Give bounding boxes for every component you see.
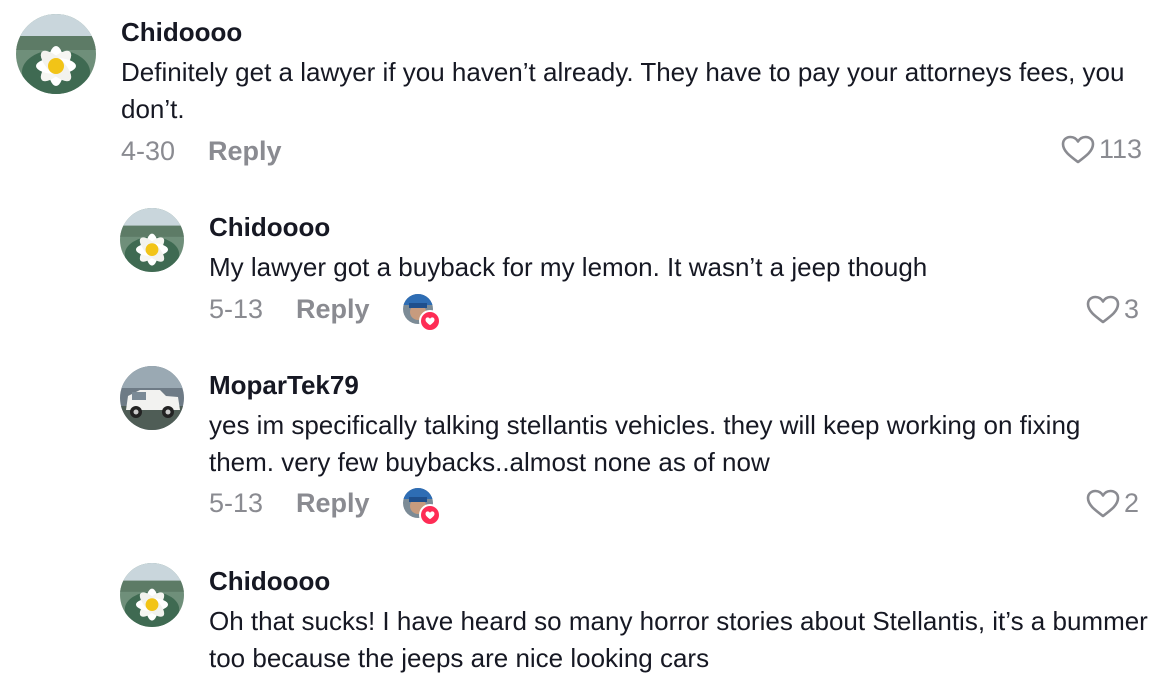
user-avatar[interactable] <box>120 563 184 627</box>
reply-button[interactable]: Reply <box>208 136 282 167</box>
heart-icon <box>1061 135 1095 163</box>
liked-by-creator-badge <box>403 294 441 332</box>
comment-username[interactable]: Chidoooo <box>209 566 330 597</box>
comment-date: 4-30 <box>121 136 176 166</box>
comment-date: 5-13 <box>209 488 264 518</box>
comment-meta: 5-13 Reply <box>209 488 370 519</box>
comment-text: Definitely get a lawyer if you haven’t a… <box>121 57 1125 124</box>
comment-3: MoparTek79 yes im specifically talking s… <box>0 350 1160 540</box>
user-avatar[interactable] <box>16 14 96 94</box>
comment-2: Chidoooo My lawyer got a buyback for my … <box>0 190 1160 350</box>
heart-icon <box>419 504 441 526</box>
comment-4: Chidoooo Oh that sucks! I have heard so … <box>0 545 1160 680</box>
comment-1: Chidoooo Definitely get a lawyer if you … <box>0 0 1160 180</box>
reply-button[interactable]: Reply <box>296 488 370 519</box>
comment-username[interactable]: Chidoooo <box>121 17 242 48</box>
heart-icon <box>1086 295 1120 323</box>
comment-username[interactable]: MoparTek79 <box>209 370 359 401</box>
user-avatar[interactable] <box>120 366 184 430</box>
comment-username[interactable]: Chidoooo <box>209 212 330 243</box>
liked-by-creator-badge <box>403 488 441 526</box>
comment-text: My lawyer got a buyback for my lemon. It… <box>209 252 928 282</box>
comment-date: 5-13 <box>209 294 264 324</box>
comment-meta: 5-13 Reply <box>209 294 370 325</box>
like-count: 3 <box>1124 294 1140 324</box>
user-avatar[interactable] <box>120 208 184 272</box>
heart-icon <box>1086 489 1120 517</box>
like-button[interactable]: 3 <box>1086 294 1139 325</box>
like-button[interactable]: 113 <box>1061 134 1142 165</box>
like-count: 113 <box>1099 134 1143 164</box>
comment-text: yes im specifically talking stellantis v… <box>209 410 1081 477</box>
comment-text: Oh that sucks! I have heard so many horr… <box>209 606 1148 673</box>
heart-icon <box>419 310 441 332</box>
like-count: 2 <box>1124 488 1140 518</box>
comment-meta: 4-30 Reply <box>121 136 282 167</box>
reply-button[interactable]: Reply <box>296 294 370 325</box>
like-button[interactable]: 2 <box>1086 488 1139 519</box>
